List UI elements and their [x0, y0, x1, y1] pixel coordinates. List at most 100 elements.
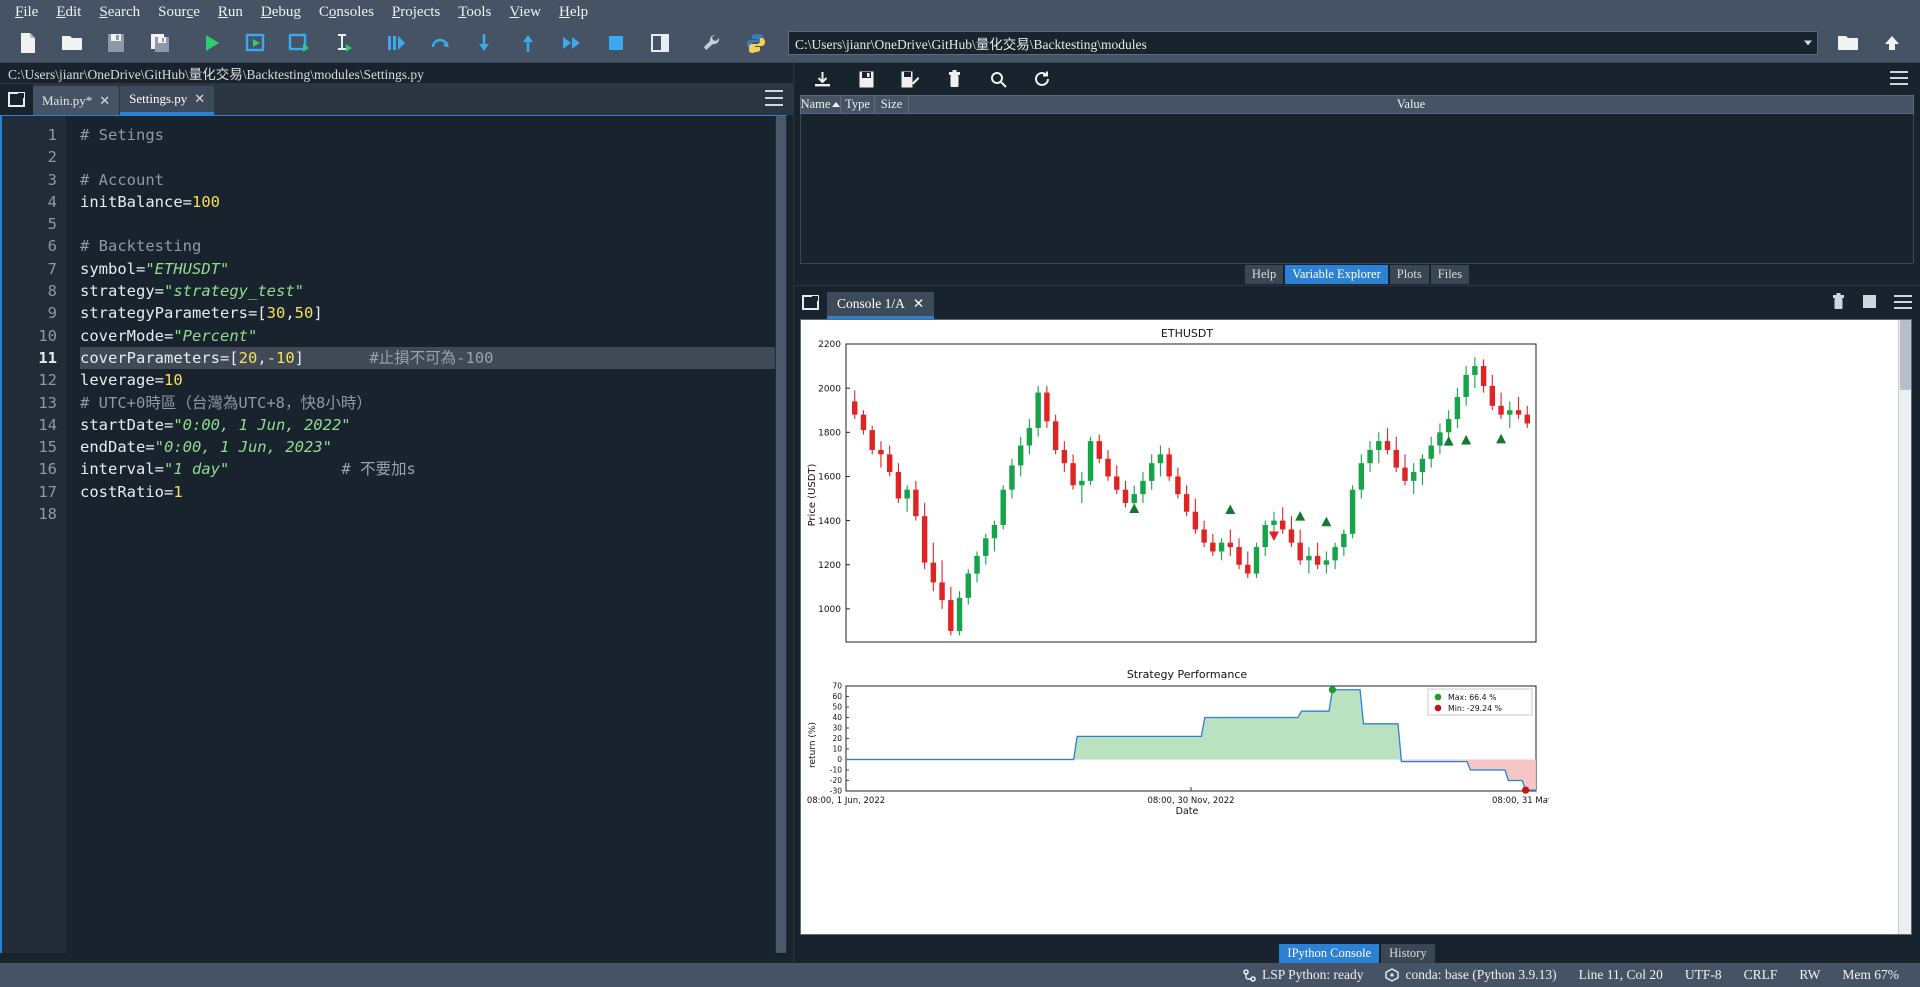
debug-step-over-icon[interactable]: [418, 26, 462, 60]
column-header-value[interactable]: Value: [909, 96, 1913, 113]
tab-history[interactable]: History: [1381, 944, 1435, 963]
save-data-icon[interactable]: [844, 65, 888, 93]
code-line[interactable]: endDate="0:00, 1 Jun, 2023": [80, 436, 787, 458]
remove-console-icon[interactable]: [1832, 293, 1845, 310]
variable-table-body[interactable]: [800, 114, 1914, 264]
editor-tab-settings[interactable]: Settings.py ✕: [120, 86, 215, 115]
run-cell-icon[interactable]: [234, 26, 278, 60]
y-tick-label: 40: [832, 713, 842, 722]
menu-projects[interactable]: Projects: [383, 2, 449, 23]
menu-source[interactable]: Source: [149, 2, 209, 23]
code-line[interactable]: [80, 503, 787, 525]
tab-plots[interactable]: Plots: [1389, 265, 1429, 284]
search-icon[interactable]: [976, 65, 1020, 93]
code-line[interactable]: [80, 146, 787, 168]
editor-tab-main[interactable]: Main.py* ✕: [33, 86, 120, 115]
menu-tools[interactable]: Tools: [449, 2, 500, 23]
browse-directory-icon[interactable]: [1826, 26, 1870, 60]
editor-options-menu-icon[interactable]: [765, 90, 783, 106]
code-line[interactable]: coverParameters=[20,-10] #止損不可為-100: [80, 346, 787, 370]
menu-search[interactable]: Search: [90, 2, 149, 23]
code-line[interactable]: strategy="strategy_test": [80, 280, 787, 302]
code-token: ]: [294, 348, 304, 367]
code-token: ,: [285, 304, 295, 323]
maximize-pane-icon[interactable]: [638, 26, 682, 60]
code-text-area[interactable]: # Setings # Account initBalance=100 # Bac…: [66, 116, 787, 953]
status-lsp[interactable]: LSP Python: ready: [1232, 967, 1375, 983]
tab-help[interactable]: Help: [1244, 265, 1284, 284]
save-data-as-icon[interactable]: [888, 65, 932, 93]
code-line[interactable]: costRatio=1: [80, 481, 787, 503]
column-header-type[interactable]: Type: [841, 96, 875, 113]
matplotlib-figure: ETHUSDT Price (USDT) 1000 1200 1400 1600 180…: [801, 320, 1549, 820]
code-line[interactable]: strategyParameters=[30,50]: [80, 302, 787, 324]
menu-file[interactable]: File: [6, 2, 47, 23]
code-line[interactable]: # UTC+0時區（台灣為UTC+8，快8小時）: [80, 392, 787, 414]
close-icon[interactable]: ✕: [99, 93, 110, 109]
chevron-down-icon[interactable]: [1804, 40, 1812, 46]
console-output-area[interactable]: ETHUSDT Price (USDT) 1000 1200 1400 1600 180…: [800, 319, 1912, 935]
stop-console-icon[interactable]: [1863, 295, 1876, 308]
column-header-size[interactable]: Size: [875, 96, 909, 113]
code-editor[interactable]: 1 2 3 4 5 6 7 8 9 10 11 12 13 14 15 16 17 18 # Setings # …: [0, 115, 787, 953]
code-line[interactable]: symbol="ETHUSDT": [80, 258, 787, 280]
code-line[interactable]: interval="1 day" # 不要加s: [80, 458, 787, 480]
max-point-marker: [1328, 686, 1337, 694]
tab-files[interactable]: Files: [1430, 265, 1470, 284]
y-tick-label: 1400: [818, 517, 841, 527]
variable-explorer-options-menu-icon[interactable]: [1890, 71, 1908, 85]
console-tab-1a[interactable]: Console 1/A ✕: [827, 292, 935, 319]
menu-debug[interactable]: Debug: [252, 2, 310, 23]
code-token: "Percent": [173, 326, 258, 345]
open-file-icon[interactable]: [50, 26, 94, 60]
status-conda[interactable]: conda: base (Python 3.9.13): [1374, 967, 1567, 983]
menu-view[interactable]: View: [500, 2, 550, 23]
line-number: 4: [47, 192, 57, 211]
editor-scrollbar[interactable]: [775, 116, 787, 953]
menu-run[interactable]: Run: [209, 2, 252, 23]
code-line[interactable]: startDate="0:00, 1 Jun, 2022": [80, 414, 787, 436]
remove-all-variables-icon[interactable]: [932, 65, 976, 93]
new-file-icon[interactable]: [6, 26, 50, 60]
debug-step-return-icon[interactable]: [506, 26, 550, 60]
code-line[interactable]: initBalance=100: [80, 191, 787, 213]
tab-ipython-console[interactable]: IPython Console: [1279, 944, 1380, 963]
code-line[interactable]: # Backtesting: [80, 235, 787, 257]
browse-tabs-icon[interactable]: [794, 286, 827, 319]
code-line[interactable]: coverMode="Percent": [80, 325, 787, 347]
tab-variable-explorer[interactable]: Variable Explorer: [1285, 265, 1388, 284]
debug-continue-icon[interactable]: [550, 26, 594, 60]
editor-tab-label: Main.py*: [42, 92, 93, 108]
debug-step-into-icon[interactable]: [462, 26, 506, 60]
code-line[interactable]: [80, 213, 787, 235]
close-icon[interactable]: ✕: [194, 91, 205, 107]
run-file-icon[interactable]: [190, 26, 234, 60]
console-scrollbar[interactable]: [1898, 320, 1911, 934]
menu-edit[interactable]: Edit: [47, 2, 90, 23]
code-line[interactable]: # Account: [80, 169, 787, 191]
run-selection-icon[interactable]: [322, 26, 366, 60]
close-icon[interactable]: ✕: [913, 296, 924, 312]
code-line[interactable]: leverage=10: [80, 369, 787, 391]
save-file-icon[interactable]: [94, 26, 138, 60]
working-directory-text: C:\Users\jianr\OneDrive\GitHub\量化交易\Back…: [795, 37, 1147, 52]
console-options-menu-icon[interactable]: [1894, 294, 1912, 309]
column-header-name[interactable]: Name: [801, 96, 841, 113]
working-directory-field[interactable]: C:\Users\jianr\OneDrive\GitHub\量化交易\Back…: [788, 31, 1818, 55]
debug-file-icon[interactable]: [374, 26, 418, 60]
code-token: 20: [238, 348, 258, 367]
save-all-icon[interactable]: [138, 26, 182, 60]
menu-help[interactable]: Help: [550, 2, 597, 23]
run-cell-advance-icon[interactable]: [278, 26, 322, 60]
import-data-icon[interactable]: [800, 65, 844, 93]
parent-directory-icon[interactable]: [1870, 26, 1914, 60]
browse-tabs-icon[interactable]: [0, 84, 33, 115]
python-path-manager-icon[interactable]: [734, 26, 778, 60]
code-line[interactable]: # Setings: [80, 124, 787, 146]
variable-explorer-toolbar: [794, 63, 1920, 95]
debug-stop-icon[interactable]: [594, 26, 638, 60]
line-number: 14: [38, 415, 57, 434]
preferences-icon[interactable]: [690, 26, 734, 60]
menu-consoles[interactable]: Consoles: [310, 2, 383, 23]
refresh-icon[interactable]: [1020, 65, 1064, 93]
